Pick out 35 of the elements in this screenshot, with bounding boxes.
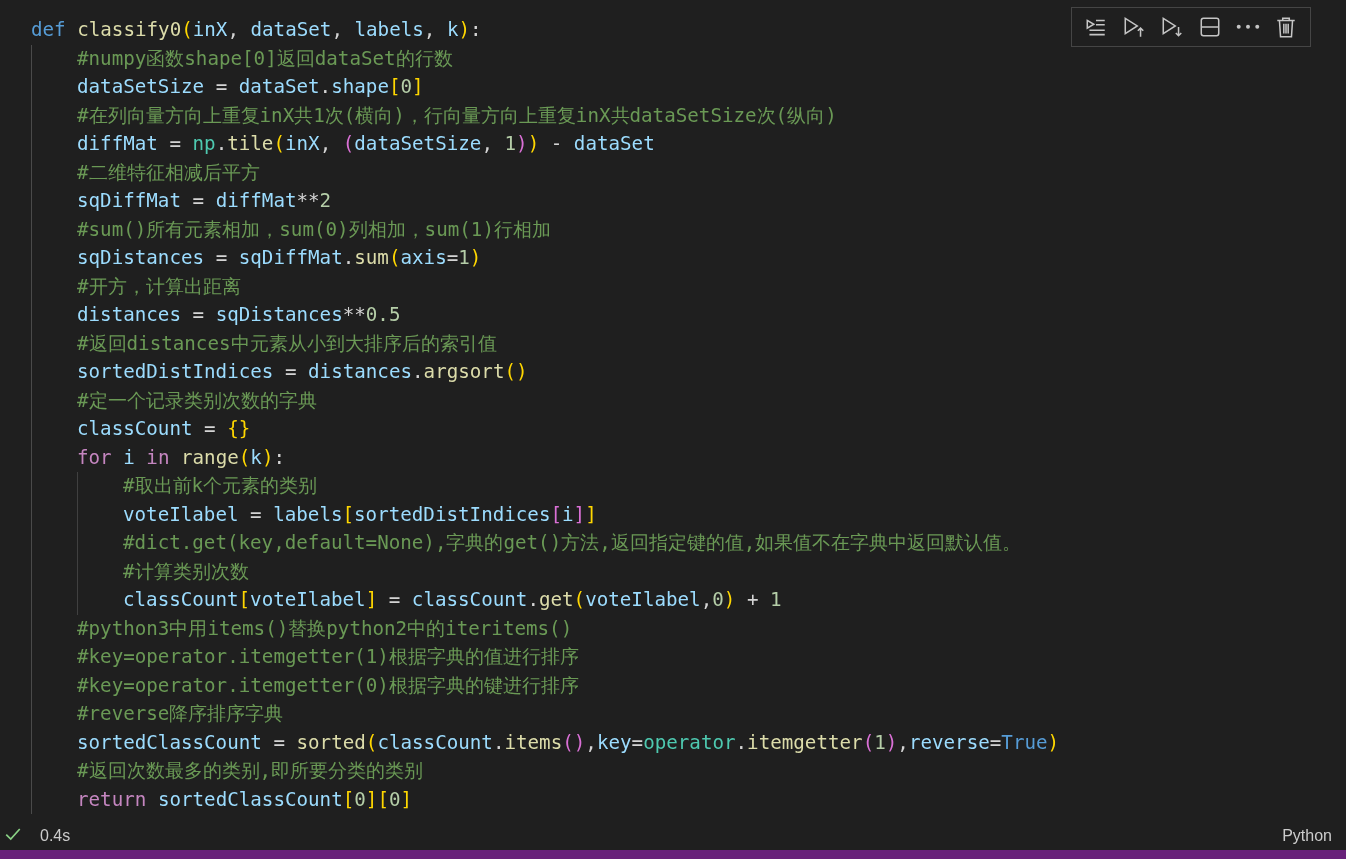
- code-line: #二维特征相减后平方: [77, 159, 260, 186]
- code-line: sortedDistIndices = distances.argsort(): [77, 359, 528, 385]
- code-line: #计算类别次数: [123, 558, 249, 585]
- code-line: sqDistances = sqDiffMat.sum(axis=1): [77, 245, 482, 271]
- code-line: sortedClassCount = sorted(classCount.items(),key=operator.itemgetter(1),reverse=True): [77, 729, 1060, 756]
- code-line: classCount = {}: [77, 416, 251, 442]
- code-line: diffMat = np.tile(inX, (dataSetSize, 1)) - dataSet: [77, 131, 655, 157]
- code-line: #key=operator.itemgetter(0)根据字典的键进行排序: [77, 672, 579, 699]
- code-line: voteIlabel = labels[sortedDistIndices[i]]: [123, 501, 597, 528]
- code-line: #开方，计算出距离: [77, 273, 241, 300]
- language-label[interactable]: Python: [1282, 827, 1332, 845]
- play-up-arrow-icon: [1122, 15, 1146, 39]
- play-down-arrow-icon: [1160, 15, 1184, 39]
- code-line: #python3中用items()替换python2中的iteritems(): [77, 615, 573, 642]
- code-line: dataSetSize = dataSet.shape[0]: [77, 74, 424, 100]
- code-line: #返回次数最多的类别,即所要分类的类别: [77, 758, 424, 784]
- code-line: #取出前k个元素的类别: [123, 473, 318, 499]
- code-line: #key=operator.itemgetter(1)根据字典的值进行排序: [77, 644, 579, 670]
- code-line: #numpy函数shape[0]返回dataSet的行数: [77, 45, 453, 72]
- code-line: return sortedClassCount[0][0]: [77, 786, 413, 813]
- split-icon: [1198, 15, 1222, 39]
- code-line: #sum()所有元素相加，sum(0)列相加，sum(1)行相加: [77, 216, 551, 243]
- more-icon: [1236, 24, 1260, 30]
- code-line: def classify0(inX, dataSet, labels, k):: [31, 17, 482, 43]
- code-line: #reverse降序排序字典: [77, 701, 284, 727]
- code-line: #在列向量方向上重复inX共1次(横向)，行向量方向上重复inX共dataSetSize次(纵向): [77, 102, 837, 129]
- code-line: distances = sqDistances**0.5: [77, 302, 401, 328]
- trash-icon: [1274, 15, 1298, 39]
- code-line: #返回distances中元素从小到大排序后的索引值: [77, 330, 497, 357]
- code-line: #定一个记录类别次数的字典: [77, 387, 317, 414]
- execution-time: 0.4s: [40, 827, 71, 845]
- code-line: sqDiffMat = diffMat**2: [77, 188, 332, 214]
- code-line: #dict.get(key,default=None),字典的get()方法,返回指定键的值,如果值不在字典中返回默认值。: [123, 530, 1022, 556]
- code-line: for i in range(k):: [77, 444, 285, 471]
- code-line: classCount[voteIlabel] = classCount.get(voteIlabel,0) + 1: [123, 587, 782, 613]
